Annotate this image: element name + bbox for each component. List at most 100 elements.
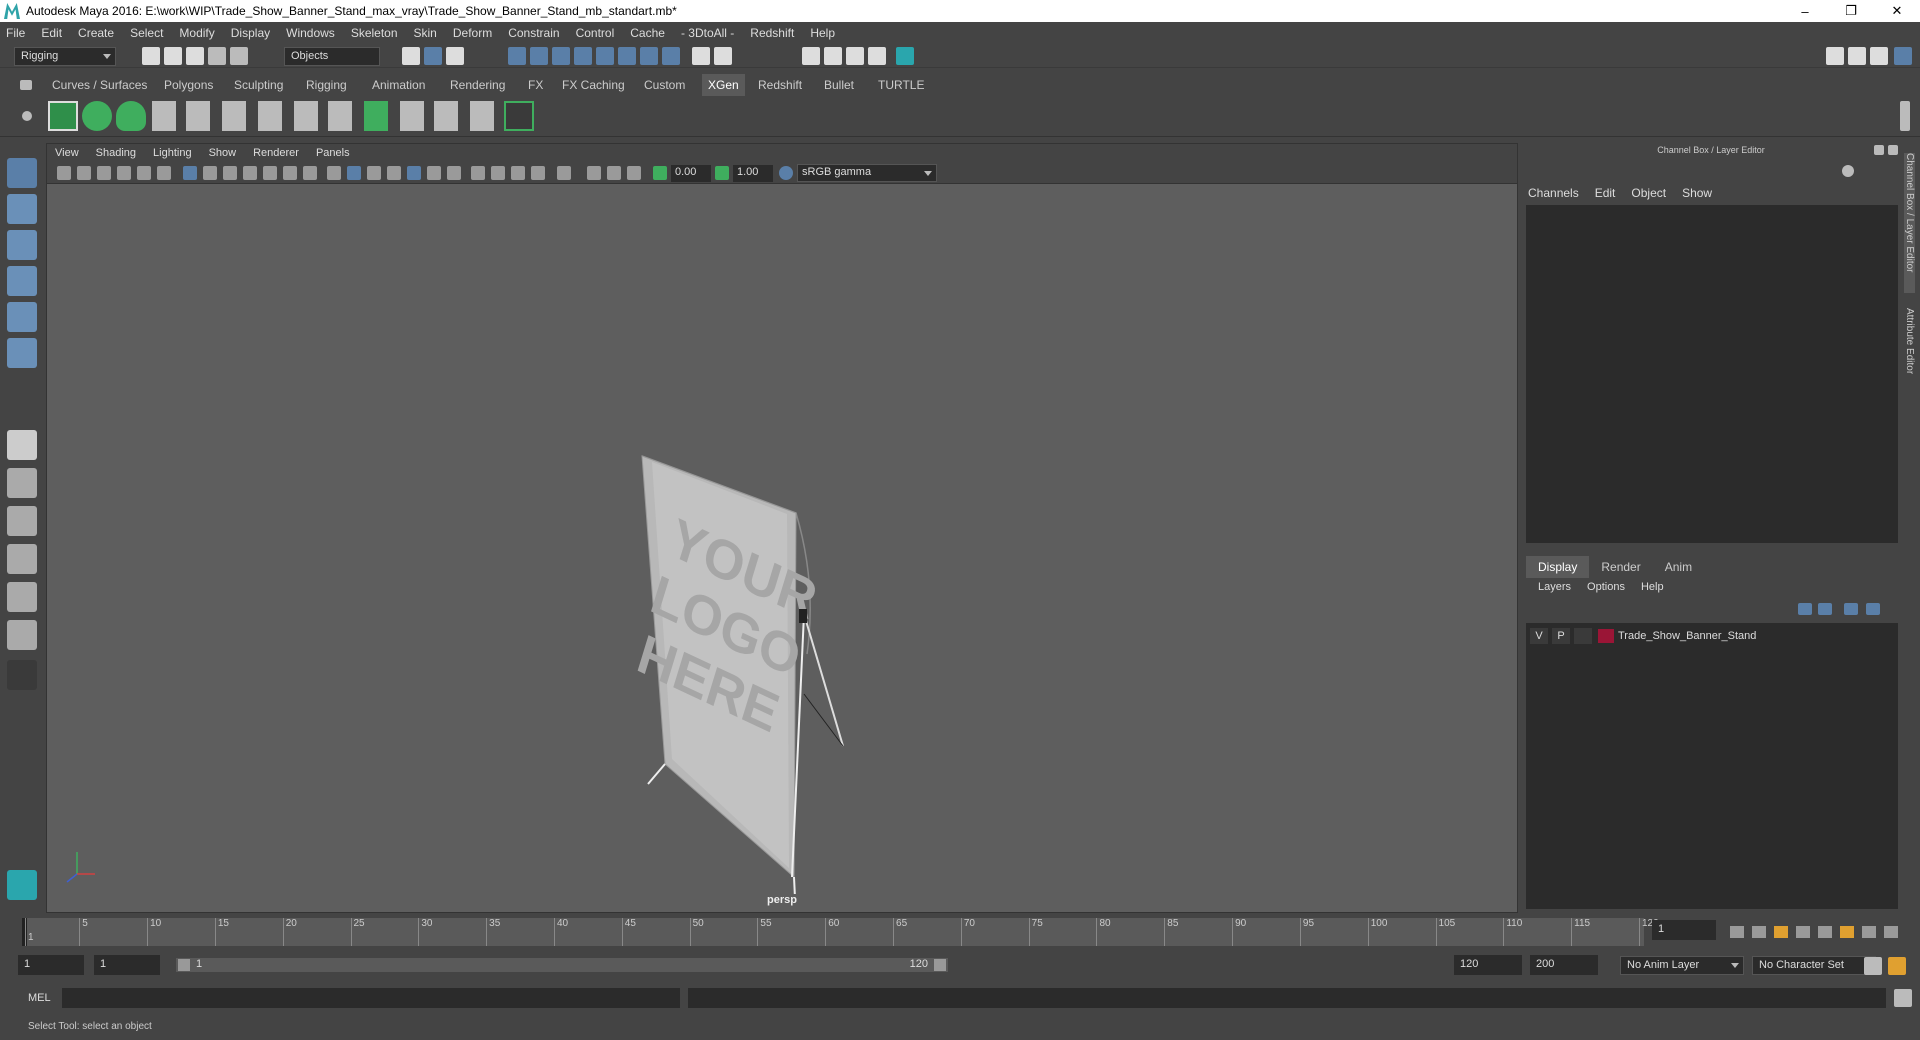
tab-turtle[interactable]: TURTLE (872, 74, 930, 96)
layer-menu-layers[interactable]: Layers (1538, 581, 1571, 593)
range-bar[interactable]: 1 120 (176, 958, 948, 972)
gamma-field[interactable]: 1.00 (733, 165, 773, 182)
step-back-key-icon[interactable] (1774, 926, 1788, 938)
menu-control[interactable]: Control (576, 26, 615, 40)
tab-rendering[interactable]: Rendering (444, 74, 511, 96)
cb-menu-edit[interactable]: Edit (1595, 186, 1616, 200)
menu-redshift[interactable]: Redshift (750, 26, 794, 40)
layer-menu-help[interactable]: Help (1641, 581, 1664, 593)
select-tool-icon[interactable] (7, 158, 37, 188)
undo-icon[interactable] (208, 47, 226, 65)
tab-attribute-editor[interactable]: Attribute Editor (1904, 308, 1915, 374)
scale-tool-icon[interactable] (7, 338, 37, 368)
tab-bullet[interactable]: Bullet (818, 74, 860, 96)
tab-display-layers[interactable]: Display (1526, 556, 1590, 578)
gate-mask-icon[interactable] (243, 166, 257, 180)
command-input[interactable] (62, 988, 680, 1008)
xgen-select-guide-icon[interactable] (258, 101, 282, 131)
menu-deform[interactable]: Deform (453, 26, 492, 40)
tab-rigging[interactable]: Rigging (300, 74, 353, 96)
outliner-persp-layout-icon[interactable] (7, 620, 37, 650)
tool-settings-toggle-icon[interactable] (1870, 47, 1888, 65)
playback-start-field[interactable]: 1 (94, 955, 160, 975)
smooth-shade-icon[interactable] (347, 166, 361, 180)
snap-live-icon[interactable] (640, 47, 658, 65)
field-chart-icon[interactable] (263, 166, 277, 180)
shadows-icon[interactable] (447, 166, 461, 180)
snap-curve-icon[interactable] (530, 47, 548, 65)
step-back-frame-icon[interactable] (1752, 926, 1766, 938)
menu-display[interactable]: Display (231, 26, 270, 40)
cb-menu-object[interactable]: Object (1631, 186, 1666, 200)
go-to-end-icon[interactable] (1884, 926, 1898, 938)
tab-curves-surfaces[interactable]: Curves / Surfaces (46, 74, 153, 96)
bookmark-icon[interactable] (97, 166, 111, 180)
isolate-select-icon[interactable] (557, 166, 571, 180)
snap-vertex-icon[interactable] (618, 47, 636, 65)
new-scene-icon[interactable] (142, 47, 160, 65)
xgen-description-icon[interactable] (116, 101, 146, 131)
cb-menu-channels[interactable]: Channels (1528, 186, 1579, 200)
safe-action-icon[interactable] (283, 166, 297, 180)
selection-mode-dropdown[interactable]: Objects (284, 47, 380, 66)
layer-menu-options[interactable]: Options (1587, 581, 1625, 593)
command-language-label[interactable]: MEL (28, 992, 51, 1004)
render-current-frame-icon[interactable] (824, 47, 842, 65)
layer-name[interactable]: Trade_Show_Banner_Stand (1618, 630, 1756, 642)
menu-edit[interactable]: Edit (41, 26, 62, 40)
menu-select[interactable]: Select (130, 26, 163, 40)
ipr-render-icon[interactable] (846, 47, 864, 65)
xgen-preview-icon[interactable] (82, 101, 112, 131)
tab-redshift[interactable]: Redshift (752, 74, 808, 96)
screen-space-ao-icon[interactable] (471, 166, 485, 180)
custom-layout-icon[interactable] (7, 660, 37, 690)
tab-channel-box-layer-editor[interactable]: Channel Box / Layer Editor (1904, 153, 1915, 293)
menu-set-dropdown[interactable]: Rigging (14, 47, 116, 66)
attribute-editor-toggle-icon[interactable] (1848, 47, 1866, 65)
tab-xgen[interactable]: XGen (702, 74, 745, 96)
viewport-panel[interactable]: View Shading Lighting Show Renderer Pane… (46, 143, 1518, 913)
render-view-icon[interactable] (802, 47, 820, 65)
gamma-icon[interactable] (715, 166, 729, 180)
image-plane-icon[interactable] (117, 166, 131, 180)
tab-custom[interactable]: Custom (638, 74, 691, 96)
exposure-field[interactable]: 0.00 (671, 165, 711, 182)
xgen-editor-icon[interactable] (48, 101, 78, 131)
menu-help[interactable]: Help (810, 26, 835, 40)
menu-cache[interactable]: Cache (630, 26, 665, 40)
menu-3dtoall[interactable]: - 3DtoAll - (681, 26, 734, 40)
use-all-lights-icon[interactable] (427, 166, 441, 180)
animation-preferences-icon[interactable] (1888, 957, 1906, 975)
hypershade-icon[interactable] (896, 47, 914, 65)
xgen-rebuild-guides-icon[interactable] (434, 101, 458, 131)
menu-windows[interactable]: Windows (286, 26, 335, 40)
tab-polygons[interactable]: Polygons (158, 74, 219, 96)
select-camera-icon[interactable] (57, 166, 71, 180)
layer-playback-toggle[interactable]: P (1552, 628, 1570, 644)
grid-icon[interactable] (183, 166, 197, 180)
menu-skin[interactable]: Skin (414, 26, 437, 40)
layer-visibility-toggle[interactable]: V (1530, 628, 1548, 644)
select-hierarchy-icon[interactable] (402, 47, 420, 65)
safe-title-icon[interactable] (303, 166, 317, 180)
lasso-tool-icon[interactable] (7, 194, 37, 224)
minimize-button[interactable]: – (1782, 0, 1828, 22)
depth-of-field-icon[interactable] (531, 166, 545, 180)
snap-view-plane-icon[interactable] (574, 47, 592, 65)
snap-grid-icon[interactable] (508, 47, 526, 65)
range-start-handle[interactable] (178, 959, 190, 971)
manipulator-icon[interactable] (1842, 165, 1854, 177)
wireframe-icon[interactable] (327, 166, 341, 180)
animation-end-field[interactable]: 200 (1530, 955, 1598, 975)
play-forwards-icon[interactable] (1818, 926, 1832, 938)
resolution-gate-icon[interactable] (223, 166, 237, 180)
exposure-icon[interactable] (653, 166, 667, 180)
construction-history-icon[interactable] (714, 47, 732, 65)
open-scene-icon[interactable] (164, 47, 182, 65)
layer-color-swatch[interactable] (1598, 629, 1614, 643)
select-component-icon[interactable] (446, 47, 464, 65)
film-gate-icon[interactable] (203, 166, 217, 180)
tab-render-layers[interactable]: Render (1589, 556, 1652, 578)
menu-create[interactable]: Create (78, 26, 114, 40)
select-object-icon[interactable] (424, 47, 442, 65)
